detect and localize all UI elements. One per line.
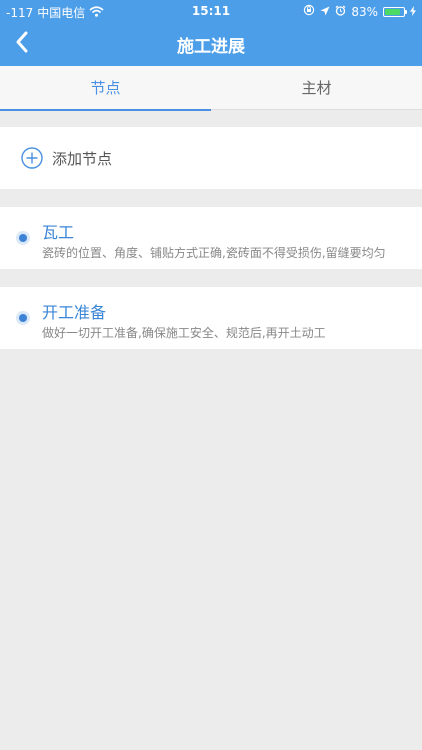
- alarm-icon: [335, 5, 346, 19]
- status-bar: -117 中国电信 15:11 83%: [0, 0, 422, 22]
- node-dot-icon: [16, 231, 30, 245]
- add-node-label: 添加节点: [52, 150, 113, 168]
- battery-icon: [383, 6, 407, 17]
- tab-nodes[interactable]: 节点: [0, 66, 211, 111]
- tab-materials[interactable]: 主材: [211, 66, 422, 110]
- node-description: 瓷砖的位置、角度、铺贴方式正确,瓷砖面不得受损伤,留缝要均匀: [42, 246, 386, 260]
- node-title: 开工准备: [42, 303, 107, 322]
- location-arrow-icon: [320, 5, 330, 19]
- active-tab-indicator: [0, 109, 211, 111]
- add-node-button[interactable]: 添加节点: [0, 127, 422, 189]
- tab-nodes-label: 节点: [90, 79, 121, 97]
- node-description: 做好一切开工准备,确保施工安全、规范后,再开土动工: [42, 326, 326, 340]
- node-item[interactable]: 开工准备 做好一切开工准备,确保施工安全、规范后,再开土动工: [0, 287, 422, 349]
- battery-cap: [405, 9, 407, 14]
- tab-bar: 节点 主材: [0, 66, 422, 111]
- battery-level: [385, 8, 400, 15]
- page-title: 施工进展: [177, 37, 245, 57]
- node-dot-icon: [16, 311, 30, 325]
- rotation-lock-icon: [303, 4, 315, 19]
- battery-percent: 83%: [351, 4, 378, 19]
- tab-materials-label: 主材: [301, 79, 332, 97]
- navigation-bar: 施工进展: [0, 22, 422, 66]
- node-item[interactable]: 瓦工 瓷砖的位置、角度、铺贴方式正确,瓷砖面不得受损伤,留缝要均匀: [0, 207, 422, 269]
- node-title: 瓦工: [42, 223, 75, 242]
- app-header: -117 中国电信 15:11 83% 施工进展: [0, 0, 422, 66]
- plus-circle-icon: [21, 147, 43, 169]
- charging-bolt-icon: [410, 5, 416, 19]
- status-right: 83%: [303, 4, 416, 19]
